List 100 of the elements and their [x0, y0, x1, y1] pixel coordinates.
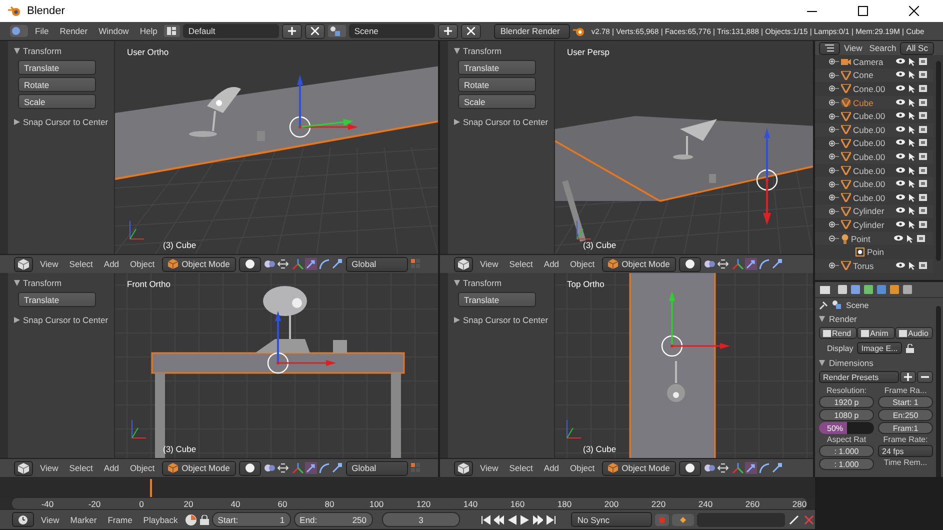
- menu-item[interactable]: View: [476, 463, 502, 473]
- play-reverse-icon[interactable]: [507, 514, 518, 524]
- layer-grid-icon[interactable]: [410, 463, 421, 473]
- panel-title[interactable]: Render: [829, 314, 857, 324]
- expand-toggle-icon[interactable]: [829, 262, 839, 270]
- number-field[interactable]: : 1.000: [819, 445, 874, 457]
- menu-item[interactable]: View: [36, 463, 62, 473]
- properties-tab-icon[interactable]: [902, 284, 913, 295]
- info-editor-icon[interactable]: [10, 25, 28, 37]
- eye-icon[interactable]: [896, 84, 905, 91]
- number-field[interactable]: Fram:1: [878, 422, 933, 434]
- panel-title[interactable]: Transform: [23, 46, 62, 56]
- transform-gizmo-drawing[interactable]: [661, 291, 730, 357]
- shading-sphere-icon[interactable]: [684, 463, 695, 473]
- display-mode-button[interactable]: [819, 42, 840, 54]
- menu-item[interactable]: Select: [505, 463, 537, 473]
- outliner-item[interactable]: Cube.00: [853, 166, 891, 176]
- table-mesh-drawing[interactable]: [151, 352, 405, 458]
- panel-title[interactable]: Snap Cursor to Center: [23, 315, 108, 325]
- menu-item[interactable]: View: [36, 259, 62, 269]
- menu-item[interactable]: Window: [94, 26, 133, 36]
- collapse-toggle-icon[interactable]: [829, 235, 839, 242]
- cursor-arrow-icon[interactable]: [909, 262, 915, 270]
- eye-icon[interactable]: [896, 152, 905, 159]
- panel-title[interactable]: Dimensions: [829, 358, 874, 368]
- editor-type-button[interactable]: [454, 460, 473, 476]
- menu-item[interactable]: View: [37, 514, 64, 524]
- editor-type-button[interactable]: [12, 512, 34, 527]
- rotate-arc-icon[interactable]: [758, 462, 770, 474]
- pivot-icon[interactable]: [264, 463, 276, 473]
- scrollbar-track[interactable]: [936, 306, 941, 477]
- scene-field[interactable]: Scene: [349, 24, 436, 38]
- scrollbar-track[interactable]: [936, 61, 941, 261]
- expand-toggle-icon[interactable]: [829, 126, 839, 134]
- render-button[interactable]: Anim: [857, 327, 895, 339]
- shading-dropdown[interactable]: [678, 460, 701, 476]
- expand-toggle-icon[interactable]: [829, 140, 839, 147]
- keyframe-icon[interactable]: [672, 514, 694, 526]
- jump-end-icon[interactable]: [546, 514, 556, 524]
- number-field[interactable]: 1920 p: [819, 396, 874, 408]
- tool-button[interactable]: Scale: [458, 94, 536, 109]
- manipulator-toggle-icon[interactable]: [716, 259, 729, 269]
- table-mesh-drawing[interactable]: [115, 66, 438, 180]
- disclosure-triangle-icon[interactable]: [14, 48, 20, 54]
- menu-item[interactable]: Object: [566, 259, 599, 269]
- screen-layout-field[interactable]: Default: [183, 24, 280, 38]
- table-mesh-drawing[interactable]: [555, 116, 813, 242]
- tool-button[interactable]: Rotate: [18, 77, 96, 92]
- jump-start-icon[interactable]: [481, 514, 492, 524]
- tool-button[interactable]: Rotate: [458, 77, 536, 92]
- number-field[interactable]: Start: 1: [878, 396, 933, 408]
- lock-icon[interactable]: [906, 344, 915, 352]
- eye-icon[interactable]: [896, 98, 905, 105]
- properties-tab-icon[interactable]: [863, 284, 874, 295]
- menu-item[interactable]: Marker: [66, 514, 101, 524]
- expand-toggle-icon[interactable]: [829, 208, 839, 215]
- disclosure-triangle-icon[interactable]: [819, 316, 825, 322]
- editor-type-icon[interactable]: [458, 258, 469, 270]
- outliner-item[interactable]: Poin: [867, 247, 905, 258]
- viewport-canvas[interactable]: Top Ortho (3) Cube: [555, 273, 813, 458]
- collapsed-triangle-icon[interactable]: [14, 119, 20, 125]
- expand-toggle-icon[interactable]: [829, 180, 839, 188]
- mode-dropdown[interactable]: Object Mode: [602, 256, 676, 272]
- editor-type-icon[interactable]: [458, 462, 469, 474]
- properties-tab-icon[interactable]: [889, 284, 900, 295]
- render-engine-dropdown[interactable]: Blender Render: [494, 24, 570, 38]
- properties-tab-icon[interactable]: [850, 284, 861, 295]
- menu-item[interactable]: Select: [65, 259, 97, 269]
- editor-type-icon[interactable]: [18, 462, 29, 474]
- eye-icon[interactable]: [896, 220, 905, 227]
- expand-toggle-icon[interactable]: [829, 194, 839, 202]
- menu-item[interactable]: Object: [126, 463, 159, 473]
- shading-dropdown[interactable]: [238, 460, 261, 476]
- properties-tab-icon[interactable]: [837, 284, 848, 295]
- tool-button[interactable]: Translate: [18, 60, 96, 75]
- menu-item[interactable]: Help: [136, 26, 162, 36]
- tool-button[interactable]: Translate: [458, 292, 536, 307]
- menu-item[interactable]: View: [841, 43, 866, 53]
- preview-range-icon[interactable]: [184, 514, 197, 526]
- viewport-canvas[interactable]: Front Ortho (3) Cube: [115, 273, 438, 458]
- current-frame-field[interactable]: 3: [382, 512, 460, 527]
- shading-sphere-icon[interactable]: [684, 259, 695, 269]
- outliner-item[interactable]: Cone.00: [853, 84, 891, 94]
- editor-type-button[interactable]: [454, 256, 473, 272]
- shading-dropdown[interactable]: [678, 256, 701, 272]
- menu-item[interactable]: Add: [100, 259, 124, 269]
- transform-gizmo-drawing[interactable]: [289, 75, 358, 138]
- shading-sphere-icon[interactable]: [244, 259, 255, 269]
- transform-gizmo-drawing[interactable]: [267, 311, 336, 374]
- rotate-arc-icon[interactable]: [318, 258, 330, 270]
- menu-item[interactable]: Select: [505, 259, 537, 269]
- tool-button[interactable]: Scale: [18, 94, 96, 109]
- frame-rate-dropdown[interactable]: 24 fps: [878, 445, 933, 457]
- expand-toggle-icon[interactable]: [829, 112, 839, 120]
- pin-icon[interactable]: [819, 300, 828, 310]
- presets-dropdown[interactable]: Render Presets: [819, 371, 899, 383]
- properties-tab-icon[interactable]: [876, 284, 887, 295]
- mode-dropdown[interactable]: Object Mode: [162, 256, 236, 272]
- translate-arrow-icon[interactable]: [304, 258, 317, 270]
- menu-item[interactable]: Playback: [139, 514, 182, 524]
